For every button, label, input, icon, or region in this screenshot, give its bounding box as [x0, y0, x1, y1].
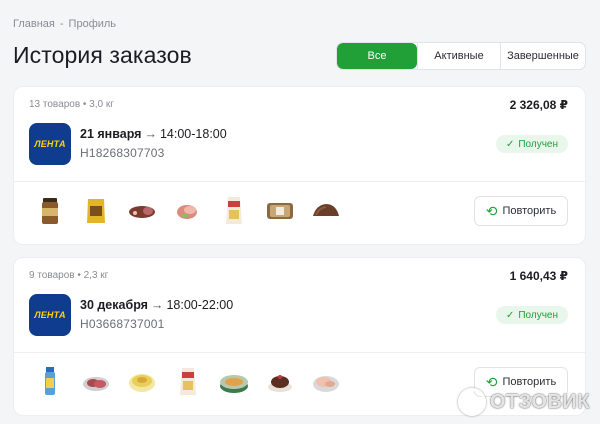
- order-card[interactable]: 13 товаров • 3,0 кг 2 326,08 ₽ ЛЕНТА 21 …: [13, 86, 586, 245]
- repeat-icon: ⟲: [485, 374, 498, 390]
- chocolate-icon: [313, 204, 339, 216]
- bottle-icon: [45, 367, 55, 395]
- order-filter: Все Активные Завершенные: [336, 42, 586, 70]
- store-logo-text: ЛЕНТА: [34, 310, 66, 320]
- filter-active[interactable]: Активные: [417, 43, 500, 69]
- delivery-date: 30 декабря: [80, 298, 148, 312]
- arrow-right-icon: →: [150, 298, 164, 312]
- arrow-right-icon: →: [144, 127, 157, 141]
- meat-tray-icon: [83, 377, 109, 391]
- watermark-logo-icon: [457, 388, 486, 416]
- repeat-icon: ⟲: [485, 203, 498, 219]
- sausage-icon: [129, 206, 155, 218]
- coffee-jar-icon: [42, 198, 58, 224]
- order-meta: 13 товаров • 3,0 кг: [29, 99, 114, 110]
- delivery-slot: 21 января → 14:00-18:00: [80, 127, 227, 141]
- dairy-bag-icon: [226, 197, 242, 224]
- breadcrumb-current[interactable]: Профиль: [69, 18, 117, 30]
- divider: [14, 352, 585, 353]
- cake-icon: [268, 375, 292, 392]
- order-meta: 9 товаров • 2,3 кг: [29, 270, 109, 281]
- store-logo: ЛЕНТА: [29, 294, 71, 336]
- delivery-time: 18:00-22:00: [166, 298, 234, 312]
- delivery-slot: 30 декабря → 18:00-22:00: [80, 298, 233, 312]
- status-badge: ✓ Получен: [495, 135, 568, 153]
- order-items: [34, 365, 342, 397]
- store-logo: ЛЕНТА: [29, 123, 71, 165]
- status-label: Получен: [518, 138, 558, 150]
- breadcrumb: Главная - Профиль: [13, 18, 116, 30]
- repeat-label: Повторить: [502, 376, 557, 388]
- bread-pack-icon: [267, 203, 293, 219]
- check-icon: ✓: [505, 138, 515, 150]
- order-total: 2 326,08 ₽: [509, 98, 568, 112]
- status-badge: ✓ Получен: [495, 306, 568, 324]
- coffee-pack-icon: [87, 199, 105, 223]
- order-total: 1 640,43 ₽: [509, 269, 568, 283]
- breadcrumb-separator: -: [59, 18, 64, 30]
- chicken-icon: [313, 376, 339, 392]
- delivery-time: 14:00-18:00: [159, 127, 227, 141]
- check-icon: ✓: [505, 309, 515, 321]
- order-number: H18268307703: [80, 146, 165, 160]
- dessert-cup-icon: [129, 374, 155, 392]
- watermark: ОТЗОВИК: [457, 388, 590, 416]
- repeat-label: Повторить: [502, 205, 557, 217]
- filter-all[interactable]: Все: [337, 43, 417, 69]
- filter-completed[interactable]: Завершенные: [500, 43, 585, 69]
- delivery-date: 21 января: [80, 127, 142, 141]
- canned-fish-icon: [220, 375, 248, 393]
- status-label: Получен: [518, 309, 558, 321]
- dairy-bag-icon: [180, 368, 196, 395]
- store-logo-text: ЛЕНТА: [34, 139, 66, 149]
- breadcrumb-home[interactable]: Главная: [13, 18, 55, 30]
- meat-slice-icon: [177, 205, 197, 219]
- repeat-order-button[interactable]: ⟲ Повторить: [474, 196, 568, 226]
- page-title: История заказов: [13, 42, 192, 68]
- order-items: [34, 194, 342, 226]
- watermark-text: ОТЗОВИК: [489, 390, 590, 413]
- order-number: H03668737001: [80, 317, 165, 331]
- divider: [14, 181, 585, 182]
